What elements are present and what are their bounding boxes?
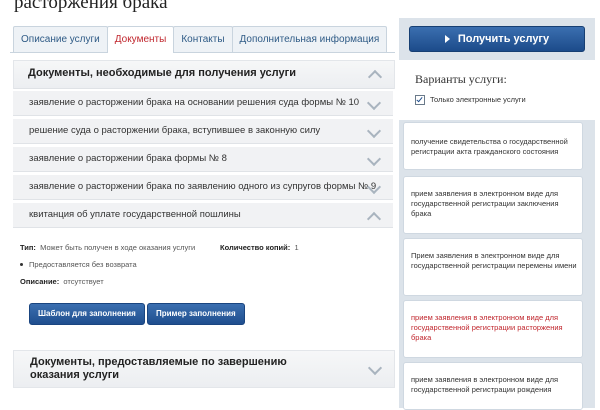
- tab-description[interactable]: Описание услуги: [13, 26, 108, 52]
- tab-additional-info[interactable]: Дополнительная информация: [231, 26, 388, 52]
- chevron-down-icon[interactable]: [366, 123, 382, 139]
- service-variant-card[interactable]: прием заявления в электронном виде для г…: [403, 362, 583, 410]
- copies-value: 1: [294, 243, 299, 252]
- type-row: Тип: Может быть получен в ходе оказания …: [20, 243, 195, 252]
- document-item-expanded[interactable]: квитанция об уплате государственной пошл…: [13, 203, 393, 228]
- service-variants: Варианты услуги: Только электронные услу…: [399, 60, 595, 120]
- tab-contacts[interactable]: Контакты: [173, 26, 233, 52]
- description-row: Описание: отсутствует: [20, 277, 104, 286]
- bullet-icon: [20, 263, 23, 266]
- section-title: Документы, предоставляемые по завершению…: [30, 356, 287, 381]
- document-label: заявление о расторжении брака формы № 8: [29, 153, 227, 164]
- service-variant-label: Прием заявления в электронном виде для г…: [411, 251, 577, 270]
- document-item[interactable]: заявление о расторжении брака формы № 8: [13, 147, 393, 172]
- result-documents-section[interactable]: Документы, предоставляемые по завершению…: [13, 350, 395, 388]
- document-item[interactable]: заявление о расторжении брака по заявлен…: [13, 175, 393, 200]
- chevron-up-icon[interactable]: [366, 211, 382, 227]
- service-variant-card[interactable]: Прием заявления в электронном виде для г…: [403, 238, 583, 296]
- copies-label: Количество копий:: [220, 243, 291, 252]
- document-label: заявление о расторжении брака по заявлен…: [29, 181, 377, 192]
- tabs-divider: [10, 52, 395, 53]
- checkbox-label[interactable]: Только электронные услуги: [430, 95, 526, 104]
- sidebar: Получить услугу Варианты услуги: Только …: [399, 18, 595, 410]
- document-label: квитанция об уплате государственной пошл…: [29, 209, 241, 220]
- document-item[interactable]: решение суда о расторжении брака, вступи…: [13, 119, 393, 144]
- play-arrow-icon: [444, 35, 450, 44]
- copies-row: Количество копий: 1: [220, 243, 299, 252]
- example-button[interactable]: Пример заполнения: [147, 303, 245, 325]
- get-service-button[interactable]: Получить услугу: [409, 26, 585, 52]
- service-variant-label: получение свидетельства о государственно…: [411, 137, 568, 156]
- description-label: Описание:: [20, 277, 60, 286]
- service-variant-card-active[interactable]: прием заявления в электронном виде для г…: [403, 300, 583, 358]
- section-title: Документы, необходимые для получения усл…: [28, 67, 296, 79]
- type-value: Может быть получен в ходе оказания услуг…: [40, 243, 196, 252]
- electronic-only-checkbox[interactable]: [415, 95, 425, 105]
- document-label: решение суда о расторжении брака, вступи…: [29, 125, 321, 136]
- chevron-down-icon[interactable]: [367, 360, 383, 376]
- type-label: Тип:: [20, 243, 36, 252]
- tab-documents[interactable]: Документы: [106, 26, 175, 53]
- document-label: заявление о расторжении брака на основан…: [29, 97, 360, 108]
- bullet-text: Предоставляется без возврата: [29, 260, 137, 269]
- tab-bar: Описание услуги Документы Контакты Допол…: [13, 26, 388, 53]
- document-details: Тип: Может быть получен в ходе оказания …: [13, 229, 393, 325]
- template-button[interactable]: Шаблон для заполнения: [29, 303, 145, 325]
- chevron-down-icon[interactable]: [366, 151, 382, 167]
- service-variant-label: прием заявления в электронном виде для г…: [411, 375, 559, 394]
- main-content: Описание услуги Документы Контакты Допол…: [10, 26, 395, 408]
- service-variant-card[interactable]: прием заявления в электронном виде для г…: [403, 176, 583, 234]
- service-variant-label: прием заявления в электронном виде для г…: [411, 313, 563, 342]
- description-value: отсутствует: [63, 277, 104, 286]
- document-item[interactable]: заявление о расторжении брака на основан…: [13, 91, 393, 116]
- get-service-label: Получить услугу: [457, 33, 550, 45]
- required-documents-header[interactable]: Документы, необходимые для получения усл…: [14, 61, 394, 89]
- required-documents-section: Документы, необходимые для получения усл…: [13, 60, 395, 89]
- chevron-up-icon[interactable]: [367, 69, 383, 85]
- service-variant-label: прием заявления в электронном виде для г…: [411, 189, 559, 218]
- service-variant-card[interactable]: получение свидетельства о государственно…: [403, 122, 583, 170]
- variants-title: Варианты услуги:: [415, 72, 507, 86]
- chevron-down-icon[interactable]: [366, 95, 382, 111]
- page-title: расторжения брака: [14, 0, 168, 13]
